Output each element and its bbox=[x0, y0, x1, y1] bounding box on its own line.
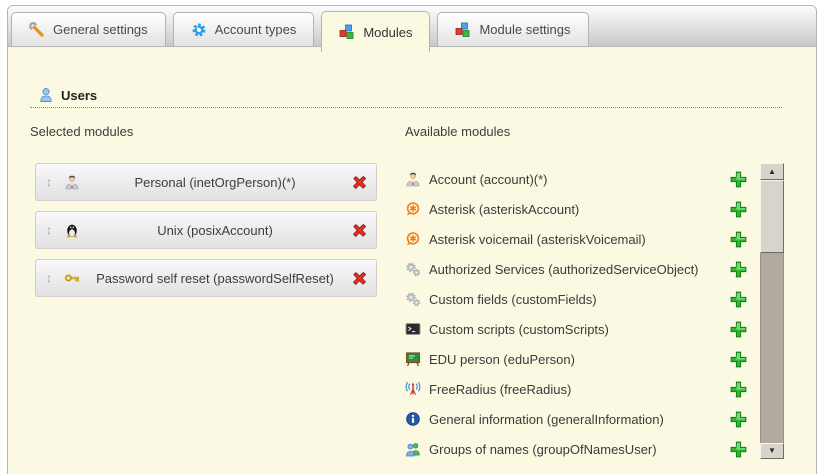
dotted-divider bbox=[30, 107, 782, 108]
tab-label: Modules bbox=[363, 25, 412, 40]
selected-module-label: Password self reset (passwordSelfReset) bbox=[80, 271, 350, 286]
chalkboard-icon bbox=[405, 351, 421, 367]
user-icon bbox=[38, 87, 54, 103]
add-plus-icon[interactable] bbox=[729, 320, 748, 339]
antenna-icon bbox=[405, 381, 421, 397]
selected-module-item[interactable]: ↕ Unix (posixAccount) bbox=[35, 211, 377, 249]
available-module-row: Custom scripts (customScripts) bbox=[405, 314, 748, 344]
available-module-label: EDU person (eduPerson) bbox=[429, 352, 575, 367]
section-heading: Users bbox=[38, 87, 97, 103]
modules-panel: Users Selected modules Available modules… bbox=[7, 47, 817, 474]
available-module-label: Authorized Services (authorizedServiceOb… bbox=[429, 262, 699, 277]
selected-module-label: Personal (inetOrgPerson)(*) bbox=[80, 175, 350, 190]
add-plus-icon[interactable] bbox=[729, 230, 748, 249]
delete-icon[interactable] bbox=[350, 173, 368, 191]
add-plus-icon[interactable] bbox=[729, 170, 748, 189]
scroll-up-icon[interactable]: ▲ bbox=[760, 163, 784, 180]
available-module-label: Asterisk voicemail (asteriskVoicemail) bbox=[429, 232, 646, 247]
add-plus-icon[interactable] bbox=[729, 260, 748, 279]
available-module-label: Groups of names (groupOfNamesUser) bbox=[429, 442, 657, 457]
available-module-row: Groups of names (groupOfNamesUser) bbox=[405, 434, 748, 464]
tab-label: Account types bbox=[215, 22, 297, 37]
available-module-row: Asterisk voicemail (asteriskVoicemail) bbox=[405, 224, 748, 254]
add-plus-icon[interactable] bbox=[729, 200, 748, 219]
available-module-label: FreeRadius (freeRadius) bbox=[429, 382, 571, 397]
available-modules-label: Available modules bbox=[405, 124, 510, 139]
available-module-label: Asterisk (asteriskAccount) bbox=[429, 202, 579, 217]
available-module-row: Authorized Services (authorizedServiceOb… bbox=[405, 254, 748, 284]
account-icon bbox=[405, 171, 421, 187]
selected-module-item[interactable]: ↕ Password self reset (passwordSelfReset… bbox=[35, 259, 377, 297]
selected-modules-label: Selected modules bbox=[30, 124, 133, 139]
key-icon bbox=[64, 270, 80, 286]
add-plus-icon[interactable] bbox=[729, 290, 748, 309]
tab-general-settings[interactable]: General settings bbox=[11, 12, 166, 46]
available-module-row: FreeRadius (freeRadius) bbox=[405, 374, 748, 404]
available-module-row: Custom fields (customFields) bbox=[405, 284, 748, 314]
gears-icon bbox=[405, 261, 421, 277]
tab-module-settings[interactable]: Module settings bbox=[437, 12, 588, 46]
scrollbar-thumb[interactable] bbox=[760, 180, 784, 253]
available-module-label: Custom fields (customFields) bbox=[429, 292, 597, 307]
modules-icon bbox=[339, 24, 355, 40]
add-plus-icon[interactable] bbox=[729, 440, 748, 459]
tab-bar: General settings Account types bbox=[7, 5, 817, 47]
delete-icon[interactable] bbox=[350, 221, 368, 239]
info-icon bbox=[405, 411, 421, 427]
add-plus-icon[interactable] bbox=[729, 410, 748, 429]
available-module-label: Account (account)(*) bbox=[429, 172, 548, 187]
personal-icon bbox=[64, 174, 80, 190]
selected-module-item[interactable]: ↕ Personal (inetOrgPerson)(*) bbox=[35, 163, 377, 201]
available-module-row: Asterisk (asteriskAccount) bbox=[405, 194, 748, 224]
asterisk-icon bbox=[405, 201, 421, 217]
tux-icon bbox=[64, 222, 80, 238]
available-module-row: General information (generalInformation) bbox=[405, 404, 748, 434]
wrench-icon bbox=[29, 22, 45, 38]
selected-module-label: Unix (posixAccount) bbox=[80, 223, 350, 238]
asterisk-icon bbox=[405, 231, 421, 247]
gears-icon bbox=[405, 291, 421, 307]
drag-handle-icon[interactable]: ↕ bbox=[46, 272, 60, 284]
available-module-label: General information (generalInformation) bbox=[429, 412, 664, 427]
tab-modules[interactable]: Modules bbox=[321, 11, 430, 52]
available-modules-scrollbar: ▲ ▼ bbox=[760, 163, 784, 459]
config-window: General settings Account types bbox=[7, 5, 817, 474]
scroll-down-icon[interactable]: ▼ bbox=[760, 443, 784, 459]
gear-icon bbox=[191, 22, 207, 38]
available-module-row: EDU person (eduPerson) bbox=[405, 344, 748, 374]
add-plus-icon[interactable] bbox=[729, 350, 748, 369]
section-title: Users bbox=[61, 88, 97, 103]
tab-label: Module settings bbox=[479, 22, 570, 37]
tab-account-types[interactable]: Account types bbox=[173, 12, 315, 46]
available-module-row: Account (account)(*) bbox=[405, 164, 748, 194]
modules-icon bbox=[455, 22, 471, 38]
terminal-icon bbox=[405, 321, 421, 337]
delete-icon[interactable] bbox=[350, 269, 368, 287]
drag-handle-icon[interactable]: ↕ bbox=[46, 224, 60, 236]
add-plus-icon[interactable] bbox=[729, 380, 748, 399]
available-module-label: Custom scripts (customScripts) bbox=[429, 322, 609, 337]
group-icon bbox=[405, 441, 421, 457]
drag-handle-icon[interactable]: ↕ bbox=[46, 176, 60, 188]
tab-label: General settings bbox=[53, 22, 148, 37]
